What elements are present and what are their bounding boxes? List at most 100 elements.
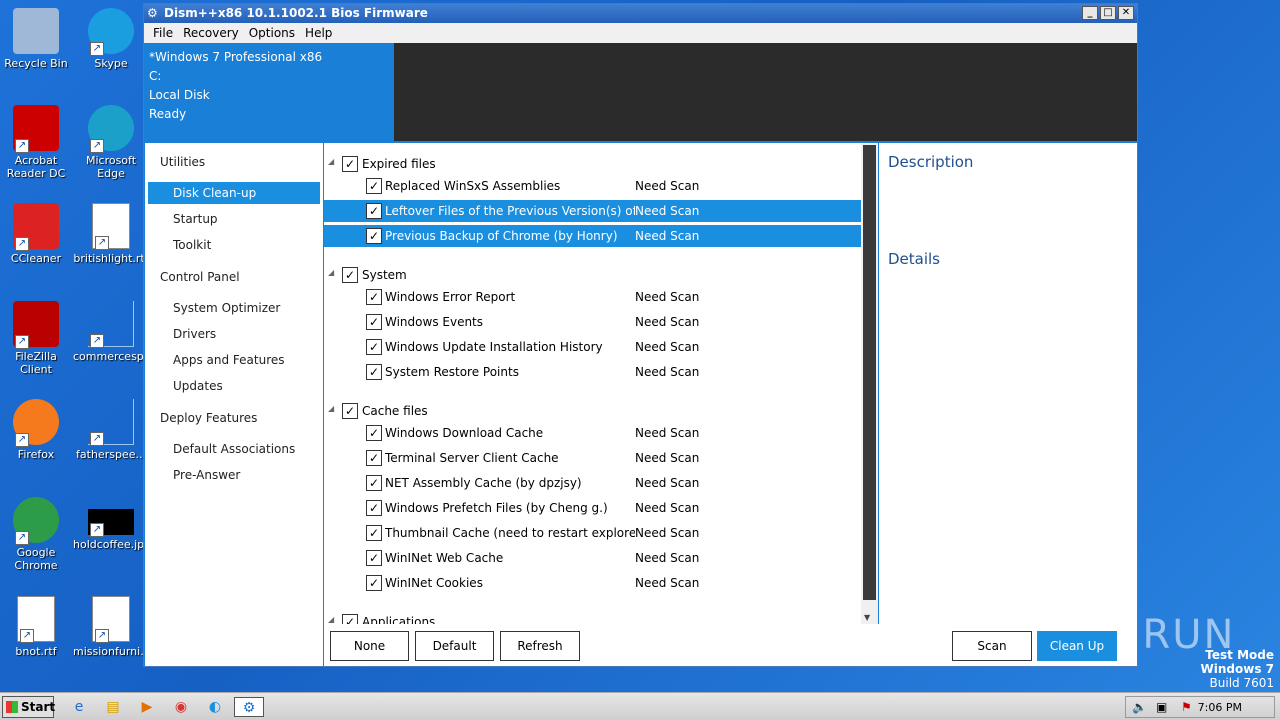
collapse-triangle-icon[interactable]: ◢	[328, 269, 336, 277]
item-checkbox[interactable]: ✓	[366, 314, 382, 330]
group-checkbox[interactable]: ✓	[342, 267, 358, 283]
cleanup-item-row[interactable]: ✓ Windows Events Need Scan	[324, 311, 861, 333]
item-checkbox[interactable]: ✓	[366, 550, 382, 566]
cleanup-item-row[interactable]: ✓ Leftover Files of the Previous Version(…	[324, 200, 861, 222]
dism-window: ⚙ Dism++x86 10.1.1002.1 Bios Firmware _ …	[143, 3, 1138, 667]
desktop-icon[interactable]: ↗ missionfurni...	[73, 596, 151, 658]
title-bar[interactable]: ⚙ Dism++x86 10.1.1002.1 Bios Firmware _ …	[144, 4, 1137, 23]
nav-apps-features[interactable]: Apps and Features	[173, 349, 285, 371]
menu-help[interactable]: Help	[300, 26, 337, 40]
nav-disk-cleanup[interactable]: Disk Clean-up	[148, 182, 320, 204]
item-checkbox[interactable]: ✓	[366, 364, 382, 380]
nav-toolkit[interactable]: Toolkit	[173, 234, 211, 256]
item-label: Windows Update Installation History	[385, 340, 603, 354]
cleanup-item-row[interactable]: ✓ Windows Update Installation History Need…	[324, 336, 861, 358]
volume-icon[interactable]: 🔈	[1132, 700, 1147, 714]
item-checkbox[interactable]: ✓	[366, 575, 382, 591]
list-scrollbar[interactable]: ▼	[861, 143, 878, 624]
nav-pre-answer[interactable]: Pre-Answer	[173, 464, 240, 486]
collapse-triangle-icon[interactable]: ◢	[328, 158, 336, 166]
none-button[interactable]: None	[330, 631, 409, 661]
shortcut-arrow-icon: ↗	[90, 523, 104, 537]
cleanup-item-row[interactable]: ✓ WinINet Cookies Need Scan	[324, 572, 861, 594]
item-checkbox[interactable]: ✓	[366, 525, 382, 541]
item-checkbox[interactable]: ✓	[366, 500, 382, 516]
desktop-icon[interactable]: ↗ Acrobat Reader DC	[0, 105, 74, 180]
collapse-triangle-icon[interactable]: ◢	[328, 616, 336, 624]
desktop-icon-label: Microsoft Edge	[85, 154, 137, 180]
cleanup-item-row[interactable]: ✓ NET Assembly Cache (by dpzjsy) Need Scan	[324, 472, 861, 494]
cleanup-item-row[interactable]: ✓ Previous Backup of Chrome (by Honry) Nee…	[324, 225, 861, 247]
explorer-taskbar-icon[interactable]: ▤	[102, 697, 124, 717]
image-info-panel[interactable]: *Windows 7 Professional x86 C: Local Dis…	[144, 43, 394, 141]
item-checkbox[interactable]: ✓	[366, 425, 382, 441]
desktop-icon[interactable]: ↗ Firefox	[0, 399, 74, 461]
desktop-icon-label: FileZilla Client	[15, 350, 57, 376]
menu-file[interactable]: File	[148, 26, 178, 40]
close-button[interactable]: ✕	[1118, 6, 1134, 20]
nav-default-associations[interactable]: Default Associations	[173, 438, 295, 460]
scrollbar-thumb[interactable]	[863, 145, 876, 600]
desktop-icon[interactable]: ↗ britishlight.rtf	[73, 203, 149, 265]
desktop-icon[interactable]: ↗ Microsoft Edge	[73, 105, 149, 180]
dism-taskbar-icon[interactable]: ⚙	[234, 697, 264, 717]
item-checkbox[interactable]: ✓	[366, 203, 382, 219]
cleanup-item-row[interactable]: ✓ System Restore Points Need Scan	[324, 361, 861, 383]
item-checkbox[interactable]: ✓	[366, 475, 382, 491]
chrome-taskbar-icon[interactable]: ◉	[170, 697, 192, 717]
group-row[interactable]: ◢ ✓ System	[324, 264, 861, 286]
item-checkbox[interactable]: ✓	[366, 450, 382, 466]
item-checkbox[interactable]: ✓	[366, 339, 382, 355]
start-button[interactable]: Start	[2, 696, 55, 718]
collapse-triangle-icon[interactable]: ◢	[328, 405, 336, 413]
nav-startup[interactable]: Startup	[173, 208, 218, 230]
group-row[interactable]: ◢ ✓ Cache files	[324, 400, 861, 422]
cleanup-item-row[interactable]: ✓ Windows Error Report Need Scan	[324, 286, 861, 308]
cleanup-list: ◢ ✓ Expired files ✓ Replaced WinSxS Assembli…	[324, 143, 861, 624]
menu-recovery[interactable]: Recovery	[178, 26, 244, 40]
edge-taskbar-icon[interactable]: ◐	[204, 697, 226, 717]
nav-drivers[interactable]: Drivers	[173, 323, 216, 345]
desktop-icon[interactable]: Recycle Bin	[0, 8, 74, 70]
cleanup-item-row[interactable]: ✓ Replaced WinSxS Assemblies Need Scan	[324, 175, 861, 197]
desktop-icon[interactable]: ↗ commercesp...	[73, 301, 154, 363]
maximize-button[interactable]: □	[1100, 6, 1116, 20]
nav-control-panel[interactable]: Control Panel	[160, 266, 240, 288]
desktop-icon[interactable]: ↗ bnot.rtf	[0, 596, 74, 658]
item-checkbox[interactable]: ✓	[366, 228, 382, 244]
group-checkbox[interactable]: ✓	[342, 614, 358, 624]
group-checkbox[interactable]: ✓	[342, 156, 358, 172]
menu-options[interactable]: Options	[244, 26, 300, 40]
cleanup-item-row[interactable]: ✓ Terminal Server Client Cache Need Scan	[324, 447, 861, 469]
desktop-icon[interactable]: ↗ CCleaner	[0, 203, 74, 265]
clock[interactable]: 7:06 PM	[1198, 697, 1242, 719]
desktop-icon[interactable]: ↗ FileZilla Client	[0, 301, 74, 376]
default-button[interactable]: Default	[415, 631, 494, 661]
desktop-icon[interactable]: ↗ fatherspee...	[73, 399, 149, 461]
nav-utilities[interactable]: Utilities	[160, 151, 205, 173]
item-checkbox[interactable]: ✓	[366, 178, 382, 194]
media-player-taskbar-icon[interactable]: ▶	[136, 697, 158, 717]
refresh-button[interactable]: Refresh	[500, 631, 580, 661]
nav-updates[interactable]: Updates	[173, 375, 223, 397]
cleanup-item-row[interactable]: ✓ Windows Prefetch Files (by Cheng g.) Nee…	[324, 497, 861, 519]
cleanup-button[interactable]: Clean Up	[1037, 631, 1117, 661]
cleanup-item-row[interactable]: ✓ Windows Download Cache Need Scan	[324, 422, 861, 444]
item-checkbox[interactable]: ✓	[366, 289, 382, 305]
desktop-icon[interactable]: ↗ holdcoffee.jpg	[73, 497, 151, 551]
cleanup-item-row[interactable]: ✓ WinINet Web Cache Need Scan	[324, 547, 861, 569]
minimize-button[interactable]: _	[1082, 6, 1098, 20]
nav-system-optimizer[interactable]: System Optimizer	[173, 297, 280, 319]
desktop-icon[interactable]: ↗ Skype	[73, 8, 149, 70]
group-checkbox[interactable]: ✓	[342, 403, 358, 419]
group-row[interactable]: ◢ ✓ Expired files	[324, 153, 861, 175]
desktop-icon[interactable]: ↗ Google Chrome	[0, 497, 74, 572]
network-icon[interactable]: ▣	[1156, 700, 1167, 714]
scan-button[interactable]: Scan	[952, 631, 1032, 661]
nav-deploy-features[interactable]: Deploy Features	[160, 407, 257, 429]
ie-taskbar-icon[interactable]: e	[68, 697, 90, 717]
cleanup-item-row[interactable]: ✓ Thumbnail Cache (need to restart explor…	[324, 522, 861, 544]
scroll-down-arrow-icon[interactable]: ▼	[864, 613, 870, 622]
group-row[interactable]: ◢ ✓ Applications	[324, 611, 861, 624]
flag-icon[interactable]: ⚑	[1181, 700, 1192, 714]
